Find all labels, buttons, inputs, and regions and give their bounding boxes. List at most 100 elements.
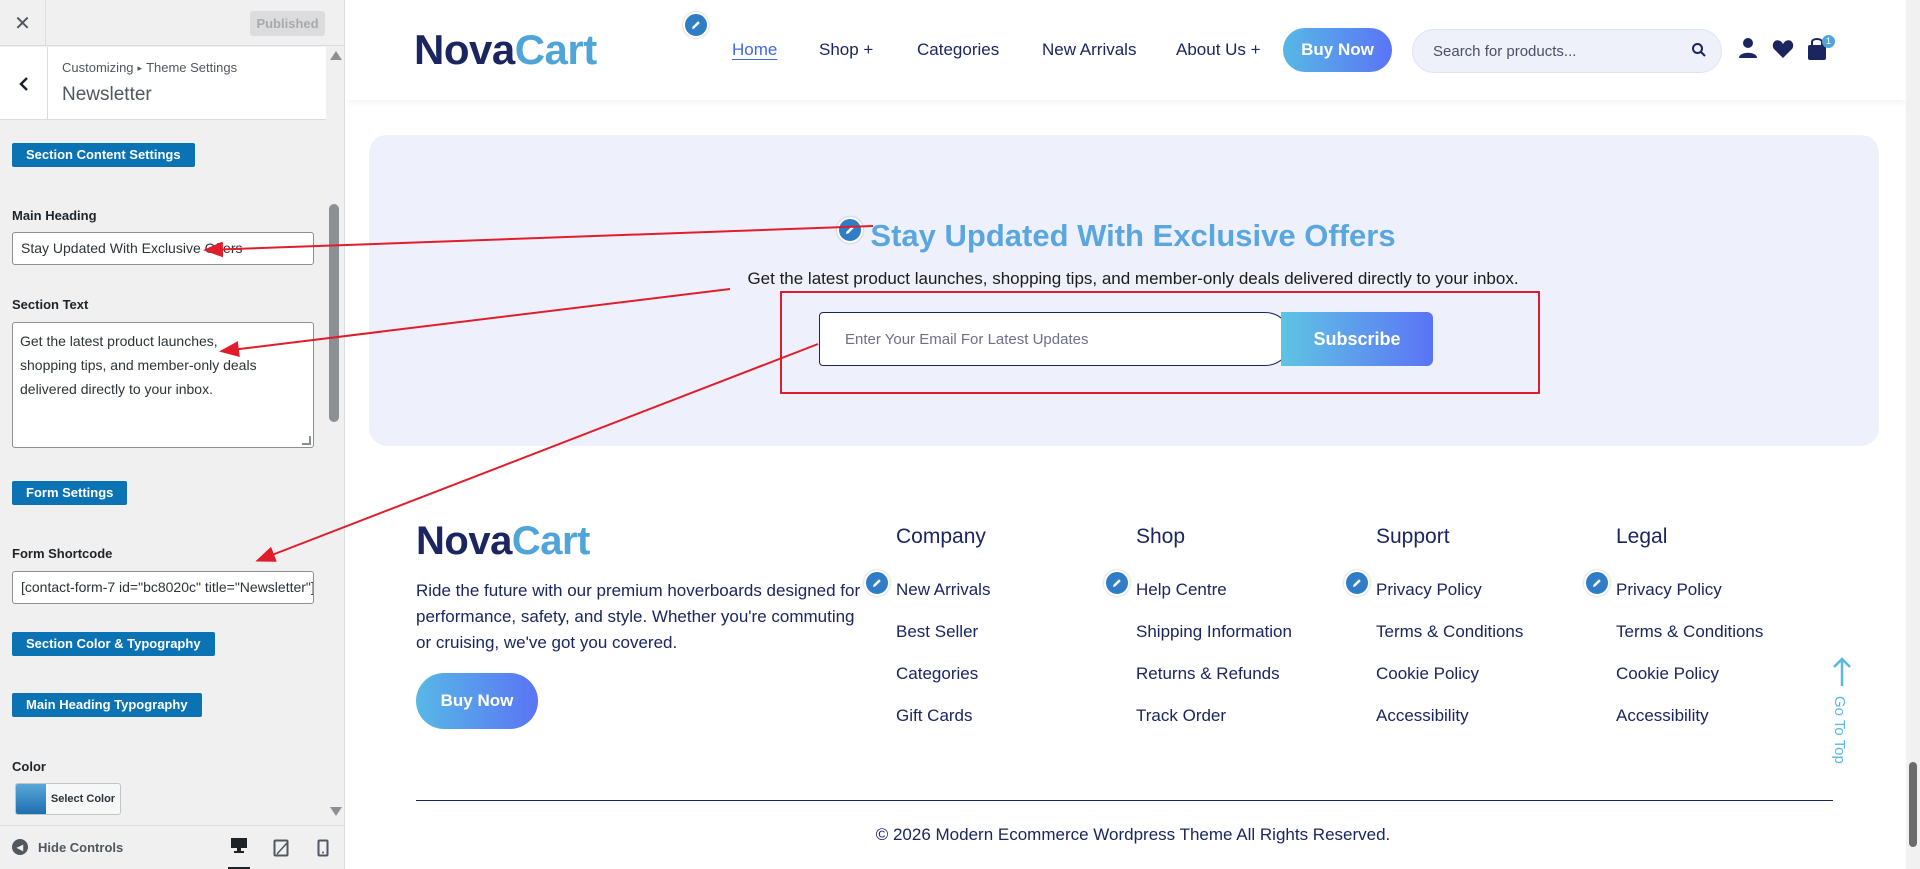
site-preview: NovaCart Home Shop + Categories New Arri…	[346, 0, 1920, 869]
collapse-icon: ◀	[12, 839, 28, 855]
close-customizer-button[interactable]: ✕	[0, 0, 46, 46]
header-buy-now-button[interactable]: Buy Now	[1283, 28, 1392, 72]
footer-link[interactable]: Terms & Conditions	[1376, 622, 1523, 642]
footer-link[interactable]: Help Centre	[1136, 580, 1227, 600]
desktop-icon	[231, 838, 247, 853]
panel-title: Newsletter	[62, 84, 152, 105]
footer-link[interactable]: Returns & Refunds	[1136, 664, 1280, 684]
hide-controls-button[interactable]: ◀ Hide Controls	[12, 839, 123, 855]
nav-categories[interactable]: Categories	[917, 40, 999, 60]
cart-count-badge: 1	[1822, 35, 1835, 48]
copyright-text: © 2026 Modern Ecommerce Wordpress Theme …	[875, 825, 1391, 844]
nav-new-arrivals[interactable]: New Arrivals	[1042, 40, 1136, 60]
section-text-label: Section Text	[12, 297, 89, 312]
desktop-preview-button[interactable]	[228, 837, 250, 869]
main-heading-input[interactable]: Stay Updated With Exclusive Offers	[12, 232, 314, 265]
footer-link[interactable]: Terms & Conditions	[1616, 622, 1763, 642]
sidebar-scrollbar[interactable]	[326, 47, 344, 822]
breadcrumb-child: Theme Settings	[146, 60, 238, 75]
tablet-icon	[273, 839, 289, 857]
footer-col-support-title: Support	[1376, 525, 1450, 548]
footer-buy-now-button[interactable]: Buy Now	[416, 673, 538, 729]
footer-divider	[416, 800, 1833, 801]
footer-link[interactable]: Accessibility	[1376, 706, 1469, 726]
close-icon: ✕	[14, 12, 31, 35]
section-text-textarea[interactable]: Get the latest product launches, shoppin…	[12, 322, 314, 448]
subscribe-button[interactable]: Subscribe	[1281, 312, 1433, 366]
nav-about-us[interactable]: About Us +	[1176, 40, 1261, 60]
mobile-preview-button[interactable]	[312, 837, 334, 859]
nav-shop[interactable]: Shop +	[819, 40, 873, 60]
preview-scrollbar-thumb[interactable]	[1909, 762, 1917, 847]
footer-link[interactable]: Gift Cards	[896, 706, 973, 726]
scrollbar-thumb[interactable]	[329, 204, 339, 422]
footer-link[interactable]: New Arrivals	[896, 580, 990, 600]
email-placeholder: Enter Your Email For Latest Updates	[845, 331, 1089, 348]
select-color-label: Select Color	[50, 793, 116, 805]
section-text-line: shopping tips, and member-only deals	[20, 357, 257, 373]
logo-part-2: Cart	[511, 519, 591, 563]
footer-link[interactable]: Cookie Policy	[1616, 664, 1719, 684]
footer-logo[interactable]: NovaCart	[416, 519, 590, 564]
footer-description: Ride the future with our premium hoverbo…	[416, 581, 861, 652]
edit-pencil-icon[interactable]	[864, 570, 890, 596]
heart-icon[interactable]	[1772, 39, 1794, 59]
main-heading-typography-button[interactable]: Main Heading Typography	[12, 693, 202, 717]
search-field[interactable]: Search for products...	[1412, 29, 1722, 73]
site-header: NovaCart Home Shop + Categories New Arri…	[346, 0, 1906, 100]
go-to-top-button[interactable]: Go To Top	[1827, 656, 1857, 771]
footer-link[interactable]: Cookie Policy	[1376, 664, 1479, 684]
footer-link[interactable]: Best Seller	[896, 622, 978, 642]
logo-part-1: Nova	[414, 26, 515, 73]
footer-link[interactable]: Shipping Information	[1136, 622, 1292, 642]
search-placeholder: Search for products...	[1433, 43, 1577, 60]
tablet-preview-button[interactable]	[270, 837, 292, 859]
footer-link[interactable]: Privacy Policy	[1376, 580, 1482, 600]
main-heading-label: Main Heading	[12, 208, 97, 223]
newsletter-text: Get the latest product launches, shoppin…	[747, 269, 1519, 288]
select-color-button[interactable]: Select Color	[15, 783, 121, 815]
preview-scrollbar[interactable]	[1906, 0, 1920, 869]
site-logo[interactable]: NovaCart	[414, 26, 597, 74]
edit-pencil-icon[interactable]	[1584, 570, 1610, 596]
logo-part-1: Nova	[416, 519, 512, 563]
footer-col-shop-title: Shop	[1136, 525, 1186, 548]
nav-home[interactable]: Home	[732, 40, 777, 60]
breadcrumb-parent: Customizing	[62, 60, 134, 75]
mobile-icon	[317, 839, 329, 857]
customizer-footer: ◀ Hide Controls	[0, 825, 344, 869]
form-shortcode-input[interactable]: [contact-form-7 id="bc8020c" title="News…	[12, 571, 314, 604]
edit-pencil-icon[interactable]	[1104, 570, 1130, 596]
form-settings-button[interactable]: Form Settings	[12, 481, 128, 505]
edit-pencil-icon[interactable]	[1344, 570, 1370, 596]
section-color-typography-button[interactable]: Section Color & Typography	[12, 632, 215, 656]
hide-controls-label: Hide Controls	[38, 839, 124, 855]
customizer-top-bar: ✕ Published	[0, 0, 344, 46]
chevron-left-icon	[18, 76, 28, 91]
resize-handle-icon[interactable]	[302, 436, 311, 445]
back-button[interactable]	[0, 47, 48, 120]
logo-part-2: Cart	[514, 26, 598, 73]
newsletter-heading: Stay Updated With Exclusive Offers	[870, 218, 1396, 253]
search-icon[interactable]	[1691, 42, 1707, 58]
scroll-up-icon[interactable]	[330, 51, 342, 60]
cart-button[interactable]: 1	[1806, 35, 1836, 61]
footer-link[interactable]: Track Order	[1136, 706, 1226, 726]
footer-col-company-title: Company	[896, 525, 986, 548]
user-icon[interactable]	[1738, 37, 1758, 59]
color-swatch	[16, 784, 46, 814]
newsletter-email-input[interactable]: Enter Your Email For Latest Updates	[819, 312, 1292, 366]
edit-pencil-icon[interactable]	[683, 12, 709, 38]
arrow-up-icon	[1833, 657, 1851, 686]
footer-link[interactable]: Categories	[896, 664, 978, 684]
go-to-top-label: Go To Top	[1831, 696, 1848, 764]
scroll-down-icon[interactable]	[330, 807, 342, 816]
footer-link[interactable]: Privacy Policy	[1616, 580, 1722, 600]
published-button[interactable]: Published	[250, 11, 325, 36]
footer-col-legal-title: Legal	[1616, 525, 1668, 548]
color-label: Color	[12, 759, 46, 774]
footer-link[interactable]: Accessibility	[1616, 706, 1709, 726]
breadcrumb-separator: ▸	[137, 63, 143, 73]
section-content-settings-button[interactable]: Section Content Settings	[12, 143, 195, 167]
section-text-line: Get the latest product launches,	[20, 333, 218, 349]
